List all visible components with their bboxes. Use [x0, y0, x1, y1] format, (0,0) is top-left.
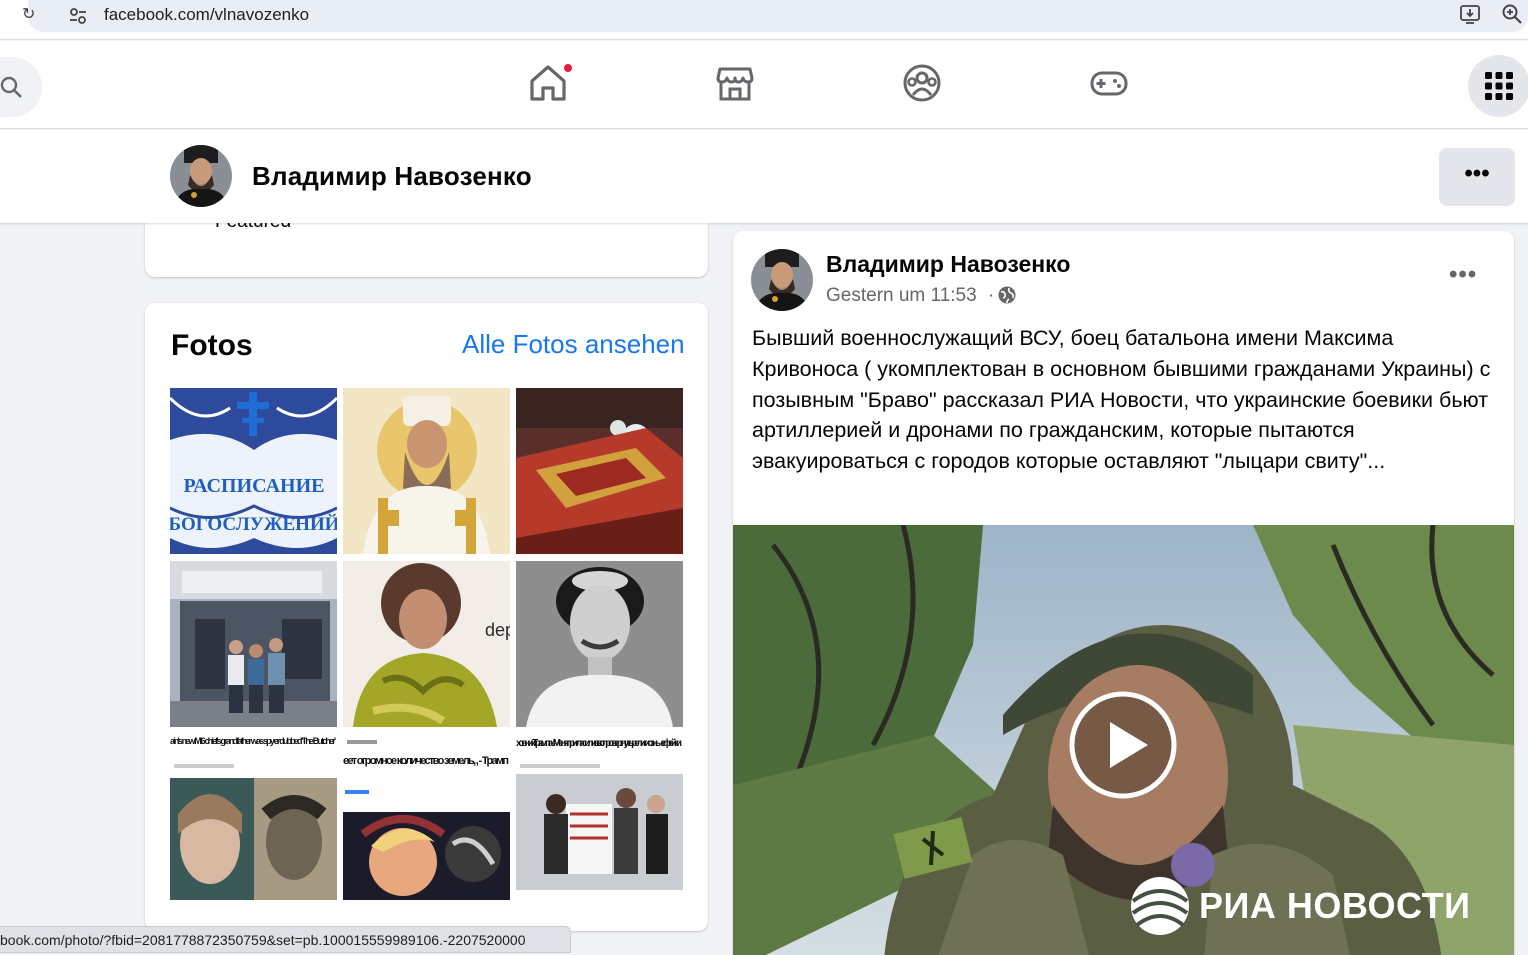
svg-text:ховник Трампа»: Меня пригласил: ховник Трампа»: Меня пригласили в в опро… — [516, 737, 682, 749]
notification-dot — [562, 62, 574, 74]
video-watermark: РИА НОВОСТИ — [1199, 885, 1471, 926]
profile-sticky-header: Владимир Навозенко ••• — [0, 130, 1528, 223]
svg-text:еет огромное количество земель: еет огромное количество земель, , - Трам… — [343, 755, 509, 767]
post-video[interactable]: РИА НОВОСТИ — [733, 525, 1514, 955]
gaming-icon[interactable] — [1087, 61, 1131, 105]
reload-icon[interactable]: ↻ — [22, 4, 35, 24]
profile-more-button[interactable]: ••• — [1439, 148, 1515, 206]
post-meta-separator: · — [988, 285, 995, 306]
photo-thumbnail[interactable] — [516, 388, 683, 554]
photo-thumbnail[interactable]: еет огромное количество земель, , - Трам… — [343, 734, 510, 900]
photo-thumbnail[interactable] — [170, 561, 337, 727]
photos-title: Fotos — [171, 329, 253, 362]
globe-icon — [998, 286, 1016, 304]
zoom-icon[interactable] — [1500, 2, 1524, 26]
search-icon — [0, 76, 22, 98]
ria-globe-icon — [1131, 877, 1189, 935]
ria-novosti-logo: РИА НОВОСТИ — [1125, 871, 1485, 941]
menu-grid-icon — [1485, 72, 1513, 100]
post-timestamp[interactable]: Gestern um 11:53 — [826, 285, 977, 307]
photo-thumbnail[interactable]: РАСПИСАНИЕ БОГОСЛУЖЕНИЙ — [170, 388, 337, 554]
profile-name[interactable]: Владимир Навозенко — [252, 161, 532, 192]
photos-card: Fotos Alle Fotos ansehen РАСПИСАНИЕ БОГО… — [145, 303, 708, 931]
post-author-avatar[interactable] — [751, 249, 813, 311]
photo-thumbnail[interactable]: ховник Трампа»: Меня пригласили в в опро… — [516, 734, 683, 900]
photo-thumbnail[interactable]: ain's new MI6 chief's grandfather was sp… — [170, 734, 337, 900]
post-card: Владимир Навозенко Gestern um 11:53 · ••… — [733, 231, 1514, 955]
svg-text:РАСПИСАНИЕ: РАСПИСАНИЕ — [183, 475, 324, 497]
groups-icon[interactable] — [900, 61, 944, 105]
marketplace-icon[interactable] — [713, 61, 757, 105]
top-navigation — [0, 41, 1528, 129]
post-text: Бывший военнослужащий ВСУ, боец батальон… — [752, 326, 1491, 474]
see-all-photos-link[interactable]: Alle Fotos ansehen — [462, 329, 685, 360]
site-info-icon[interactable] — [68, 6, 88, 26]
menu-button[interactable] — [1468, 55, 1528, 117]
photo-thumbnail[interactable] — [343, 388, 510, 554]
search-button[interactable] — [0, 57, 42, 117]
install-app-icon[interactable] — [1458, 2, 1484, 26]
svg-text:depo: depo — [485, 620, 510, 640]
avatar[interactable] — [170, 145, 232, 207]
photo-thumbnail[interactable] — [516, 561, 683, 727]
omnibox[interactable]: ↻ facebook.com/vlnavozenko — [22, 0, 1528, 32]
svg-text:БОГОСЛУЖЕНИЙ: БОГОСЛУЖЕНИЙ — [170, 513, 337, 535]
url-text[interactable]: facebook.com/vlnavozenko — [104, 5, 309, 25]
post-options-button[interactable]: ••• — [1449, 261, 1477, 289]
post-author-name[interactable]: Владимир Навозенко — [826, 251, 1070, 278]
browser-address-bar: ↻ facebook.com/vlnavozenko — [0, 0, 1528, 40]
svg-text:ain's new MI6 chief's grandfat: ain's new MI6 chief's grandfather was sp… — [170, 736, 336, 746]
play-icon[interactable] — [1068, 690, 1178, 800]
status-bar-link-preview: book.com/photo/?fbid=2081778872350759&se… — [0, 926, 571, 953]
photo-thumbnail[interactable]: depo — [343, 561, 510, 727]
